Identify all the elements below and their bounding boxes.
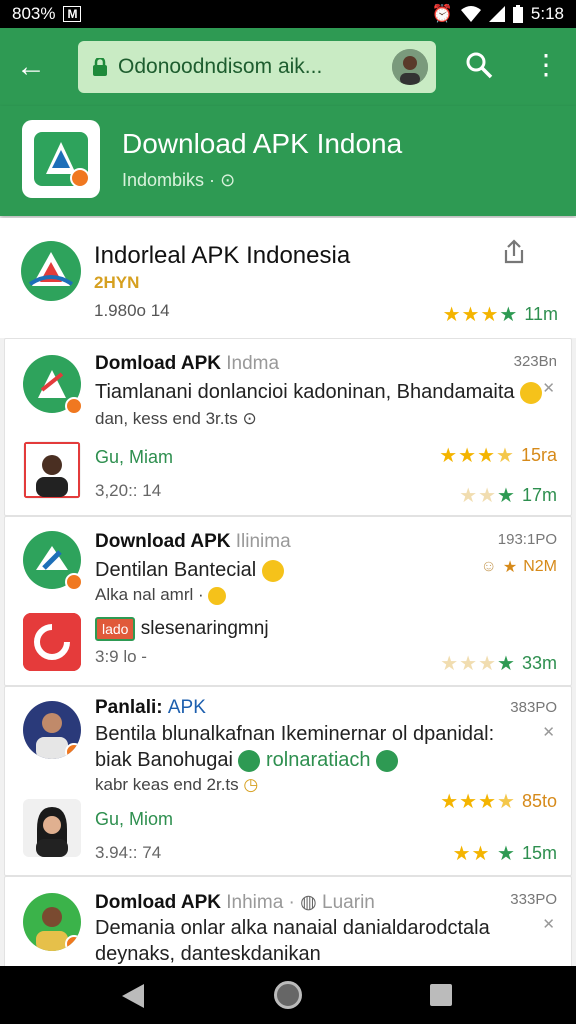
list-item[interactable]: Domload APK Inhima · ◍ Luarin 333PO Dema…: [4, 876, 572, 976]
item-time: 193:1PO: [497, 531, 557, 548]
list-item[interactable]: Download APK Ilinima 193:1PO Dentilan Ba…: [4, 516, 572, 686]
page-subtitle: Indombiks · ⊙: [122, 170, 236, 190]
tag-chip[interactable]: lado: [95, 617, 136, 641]
face-icon: ☺: [480, 558, 497, 575]
clock-icon: ◷: [243, 775, 259, 794]
dismiss-icon[interactable]: ✕: [542, 379, 555, 397]
check-icon: [238, 749, 261, 772]
page-title: Download APK Indona: [122, 128, 403, 159]
nav-back-icon[interactable]: [122, 984, 144, 1008]
item-description: Dentilan Bantecial: [95, 559, 284, 582]
status-bar: 803% M ⏰ 5:18: [0, 0, 576, 28]
item-description-2: deynaks, danteskdanikan: [95, 943, 321, 965]
list-item[interactable]: Domload APK Indma 323Bn Tiamlanani donla…: [4, 338, 572, 516]
item-time: 323Bn: [513, 353, 557, 370]
dismiss-icon[interactable]: ✕: [542, 723, 555, 741]
wifi-icon: [460, 6, 481, 22]
item-title: Panlali: APK: [95, 697, 206, 718]
item-description: Bentila blunalkafnan Ikeminernar ol dpan…: [95, 723, 495, 745]
star-rating: ★★★: [459, 485, 516, 507]
user-avatar: [23, 893, 81, 951]
status-text: 803%: [12, 4, 56, 23]
tag-line: lado slesenaringmnj: [95, 617, 269, 641]
side-meta: ☺ ★ N2M: [480, 558, 557, 576]
item-title: Domload APK Inhima · ◍ Luarin: [95, 892, 375, 913]
nav-home-icon[interactable]: [274, 981, 302, 1009]
rating: ★★★★ 11m: [443, 302, 558, 327]
list-item[interactable]: Panlali: APK 383PO Bentila blunalkafnan …: [4, 686, 572, 876]
rating-count: 85to: [521, 791, 557, 811]
more-vert-icon[interactable]: ⋮: [532, 50, 560, 80]
back-arrow-icon[interactable]: ←: [16, 50, 56, 84]
item-subtext: kabr keas end 2r.ts ◷: [95, 775, 259, 794]
item-date: 3,20:: 14: [95, 481, 162, 500]
star-rating: ★★★★: [440, 791, 516, 813]
notification-icon: M: [63, 6, 82, 22]
rating-secondary: ★★★ 17m: [459, 483, 557, 508]
dismiss-icon[interactable]: ✕: [542, 915, 555, 933]
rating: ★★★★ 15ra: [439, 443, 557, 468]
clock: 5:18: [530, 4, 564, 23]
rating-count: 15ra: [520, 445, 557, 465]
app-icon: [23, 355, 83, 415]
nav-recents-icon[interactable]: [430, 984, 452, 1006]
item-time: 333PO: [510, 891, 557, 908]
item-subtext: Alka nal amrl ·: [95, 585, 227, 605]
info-icon: ⊙: [220, 170, 236, 190]
rating-count: 11m: [524, 304, 558, 324]
item-date: 3.94:: 74: [95, 843, 162, 862]
app-title: Indorleal APK Indonesia: [94, 242, 351, 269]
avatar[interactable]: [392, 49, 428, 85]
app-logo: [21, 241, 81, 301]
rating: ★★★★ 85to: [440, 789, 557, 814]
rank-badge: 2HYN: [94, 273, 140, 292]
smiley-icon: [208, 586, 227, 605]
user-avatar: [23, 701, 81, 759]
battery-icon: [512, 5, 523, 23]
user-avatar: [23, 441, 81, 499]
item-description: Demania onlar alka nanaial danialdarodct…: [95, 917, 490, 939]
app-icon: [23, 531, 83, 591]
app-header: Download APK Indona Indombiks · ⊙: [0, 106, 576, 216]
author-name[interactable]: Gu, Miom: [95, 809, 173, 830]
author-name[interactable]: Gu, Miam: [95, 447, 173, 468]
share-icon[interactable]: [500, 238, 528, 266]
star-rating: ★★★★: [442, 304, 519, 326]
system-nav-bar: [0, 966, 576, 1024]
alarm-icon: ⏰: [431, 4, 453, 23]
rating: ★★★★ 33m: [440, 651, 557, 676]
globe-icon: ◍: [300, 892, 317, 913]
check-icon: [376, 749, 399, 772]
rating-secondary: ★★ ★ 15m: [453, 841, 557, 866]
smiley-icon: [261, 559, 284, 582]
search-icon[interactable]: [464, 50, 494, 80]
item-subtext: dan, kess end 3r.ts ⊙: [95, 409, 257, 428]
app-icon: [23, 613, 81, 671]
user-avatar: [23, 799, 81, 857]
address-bar[interactable]: Odonoodndisom aik...: [78, 41, 436, 93]
item-title: Download APK Ilinima: [95, 531, 291, 552]
rating-count: 17m: [521, 485, 557, 505]
app-size: 1.980o 14: [94, 301, 170, 320]
item-time: 383PO: [510, 699, 557, 716]
star-rating: ★★★★: [439, 445, 515, 467]
check-circle-icon: ⊙: [242, 409, 257, 428]
url-text[interactable]: Odonoodndisom aik...: [118, 55, 392, 79]
rating-count: 33m: [521, 653, 557, 673]
app-logo: [22, 120, 100, 198]
item-description-2: biak Banohugai rolnaratiach: [95, 749, 399, 772]
star-rating: ★★ ★: [452, 843, 516, 865]
rating-count: 15m: [521, 843, 557, 863]
smiley-icon: [520, 381, 543, 404]
browser-toolbar: ← Odonoodndisom aik... ⋮: [0, 28, 576, 106]
lock-icon: [93, 58, 107, 76]
item-title: Domload APK Indma: [95, 353, 280, 374]
app-summary-card[interactable]: Indorleal APK Indonesia 2HYN 1.980o 14 ★…: [0, 218, 576, 338]
signal-icon: [488, 6, 505, 22]
item-date: 3:9 lo -: [95, 647, 147, 666]
star-rating: ★★★★: [440, 653, 516, 675]
item-description: Tiamlanani donlancioi kadoninan, Bhandam…: [95, 381, 543, 404]
